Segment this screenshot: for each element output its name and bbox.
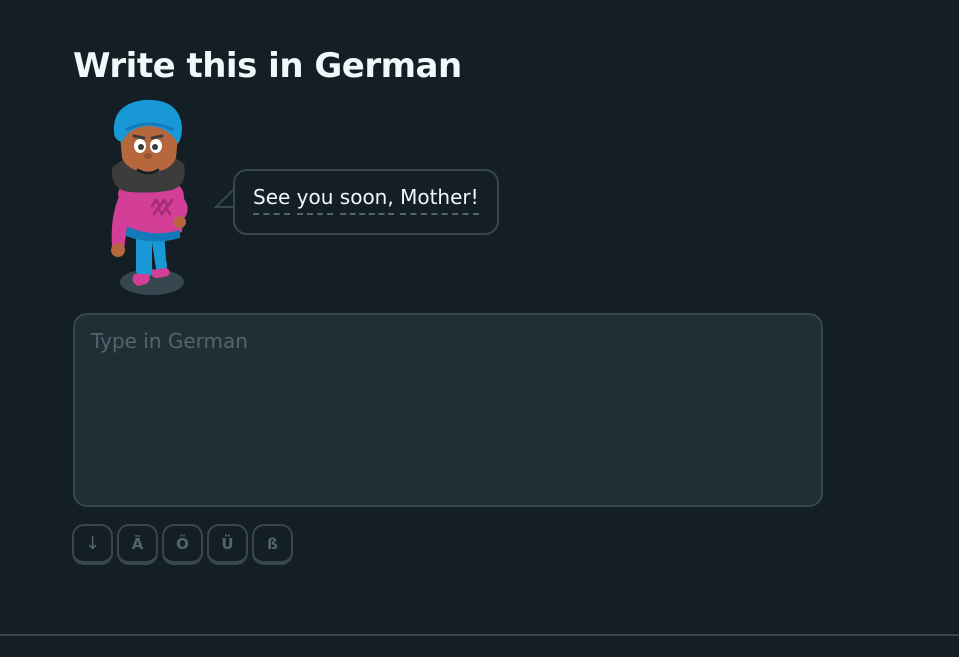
bubble-word[interactable]: See bbox=[253, 186, 291, 215]
footer-divider bbox=[0, 634, 959, 636]
bubble-word[interactable]: Mother! bbox=[400, 186, 479, 215]
o-umlaut-key[interactable]: Ö bbox=[162, 524, 203, 565]
speech-bubble: See you soon, Mother! bbox=[233, 169, 499, 235]
character-figure bbox=[111, 99, 188, 295]
eszett-key[interactable]: ß bbox=[252, 524, 293, 565]
a-umlaut-key[interactable]: Ä bbox=[117, 524, 158, 565]
bubble-word[interactable]: you bbox=[296, 186, 334, 215]
character-illustration bbox=[100, 98, 200, 302]
u-umlaut-key[interactable]: Ü bbox=[207, 524, 248, 565]
answer-input[interactable] bbox=[73, 313, 823, 507]
page-title: Write this in German bbox=[73, 46, 462, 86]
special-characters-bar: ↓ Ä Ö Ü ß bbox=[72, 524, 293, 565]
toggle-keys-button[interactable]: ↓ bbox=[72, 524, 113, 565]
sentence-to-translate: See you soon, Mother! bbox=[253, 185, 479, 215]
bubble-word[interactable]: soon, bbox=[339, 186, 394, 215]
exercise-page: Write this in German See you soon, Mothe… bbox=[0, 0, 959, 657]
